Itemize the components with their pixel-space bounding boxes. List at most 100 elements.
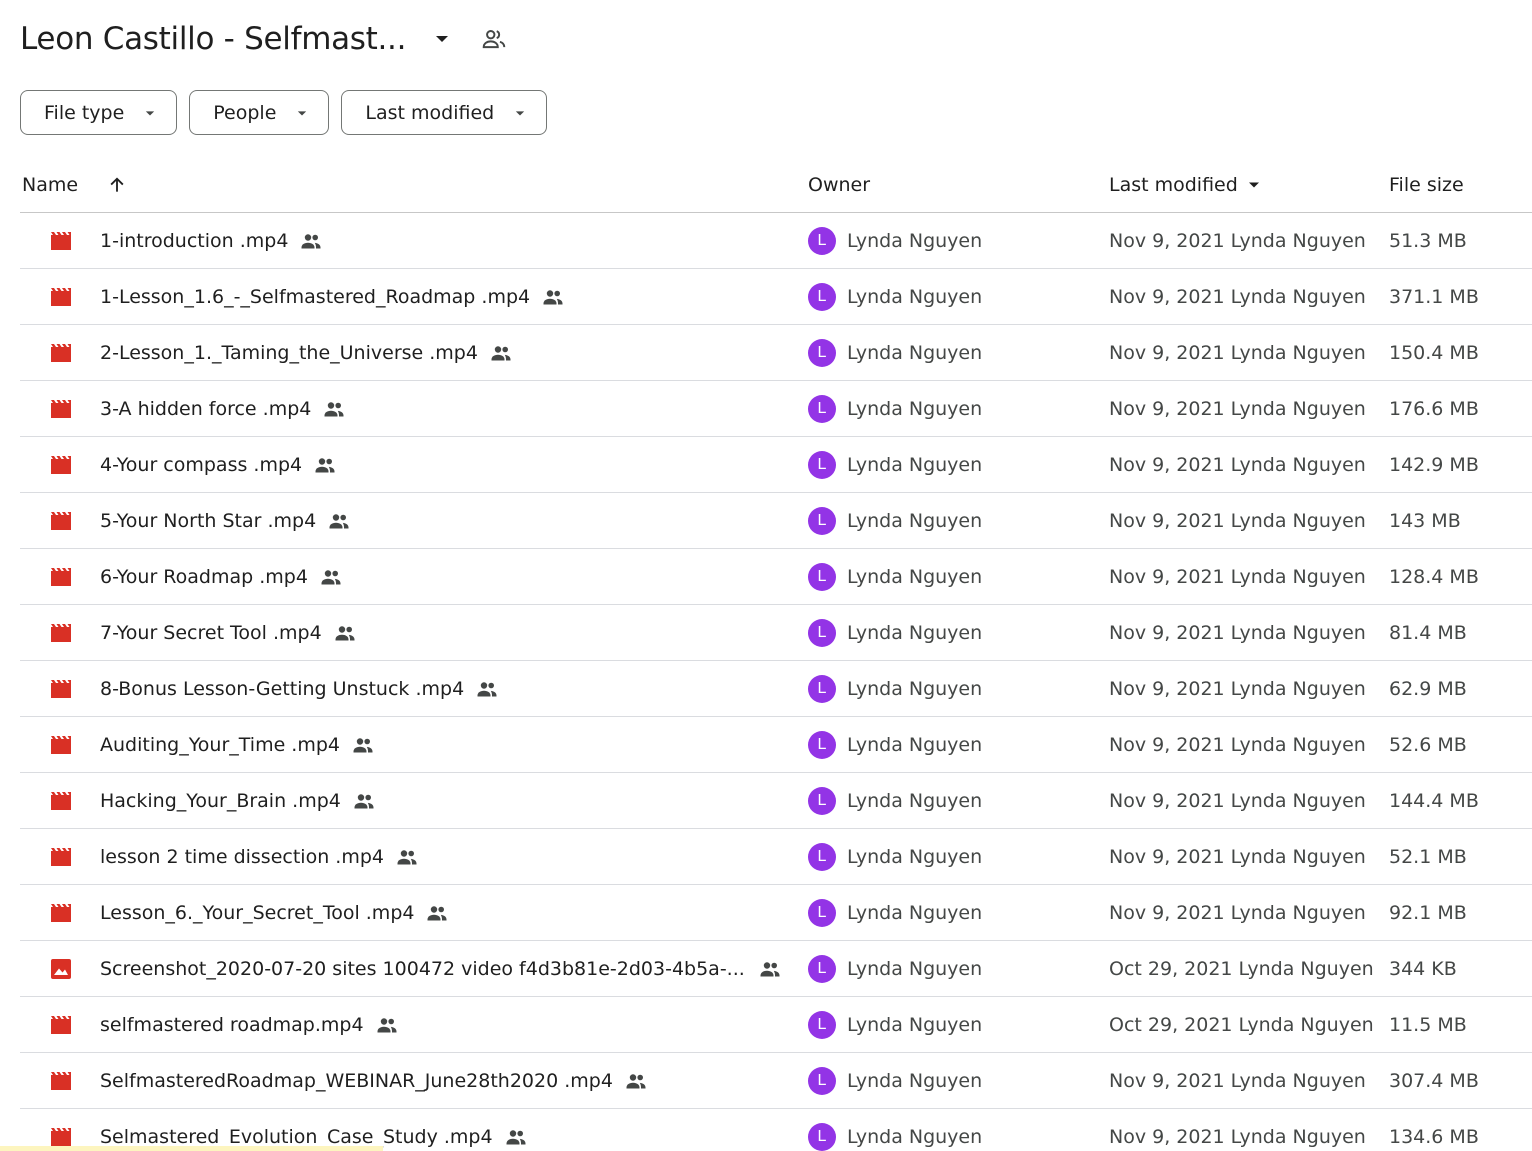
file-name-cell: Lesson_6._Your_Secret_Tool .mp4 <box>100 885 449 940</box>
file-row[interactable]: 5-Your North Star .mp4 L Lynda Nguyen No… <box>20 493 1532 549</box>
owner-avatar[interactable]: L <box>808 618 836 647</box>
owner-avatar[interactable]: L <box>808 1122 836 1151</box>
filter-chips: File type People Last modified <box>20 90 559 135</box>
shared-people-icon <box>395 845 419 869</box>
file-name[interactable]: Selmastered_Evolution_Case_Study .mp4 <box>100 1126 493 1148</box>
last-modified-cell: Oct 29, 2021 Lynda Nguyen <box>1109 1013 1374 1036</box>
file-name[interactable]: 1-introduction .mp4 <box>100 230 288 252</box>
file-name[interactable]: 1-Lesson_1.6_-_Selfmastered_Roadmap .mp4 <box>100 286 530 308</box>
video-file-icon <box>50 773 72 828</box>
file-row[interactable]: selfmastered roadmap.mp4 L Lynda Nguyen … <box>20 997 1532 1053</box>
file-name-cell: Hacking_Your_Brain .mp4 <box>100 773 376 828</box>
file-size-cell: 144.4 MB <box>1389 789 1479 812</box>
owner-avatar[interactable]: L <box>808 674 836 703</box>
video-file-icon <box>50 437 72 492</box>
owner-avatar[interactable]: L <box>808 394 836 423</box>
owner-avatar[interactable]: L <box>808 338 836 367</box>
owner-avatar[interactable]: L <box>808 282 836 311</box>
file-row[interactable]: Selmastered_Evolution_Case_Study .mp4 L … <box>20 1109 1532 1151</box>
file-size-cell: 81.4 MB <box>1389 621 1467 644</box>
file-name[interactable]: 6-Your Roadmap .mp4 <box>100 566 308 588</box>
file-size-cell: 128.4 MB <box>1389 565 1479 588</box>
video-file-icon <box>50 213 72 268</box>
file-name[interactable]: 4-Your compass .mp4 <box>100 454 302 476</box>
file-name[interactable]: Screenshot_2020-07-20 sites 100472 video… <box>100 958 745 980</box>
file-row[interactable]: Auditing_Your_Time .mp4 L Lynda Nguyen N… <box>20 717 1532 773</box>
file-name[interactable]: lesson 2 time dissection .mp4 <box>100 846 384 868</box>
shared-people-icon <box>425 901 449 925</box>
file-row[interactable]: Screenshot_2020-07-20 sites 100472 video… <box>20 941 1532 997</box>
arrow-drop-down-icon[interactable] <box>430 27 454 51</box>
file-name[interactable]: selfmastered roadmap.mp4 <box>100 1014 364 1036</box>
shared-people-icon <box>624 1069 648 1093</box>
owner-name: Lynda Nguyen <box>847 677 983 700</box>
owner-avatar[interactable]: L <box>808 786 836 815</box>
file-row[interactable]: 1-Lesson_1.6_-_Selfmastered_Roadmap .mp4… <box>20 269 1532 325</box>
owner-cell: L Lynda Nguyen <box>808 941 982 996</box>
shared-people-icon <box>758 941 782 996</box>
file-row[interactable]: 8-Bonus Lesson-Getting Unstuck .mp4 L Ly… <box>20 661 1532 717</box>
shared-people-icon <box>375 1013 399 1037</box>
owner-avatar[interactable]: L <box>808 1010 836 1039</box>
file-row[interactable]: 4-Your compass .mp4 L Lynda Nguyen Nov 9… <box>20 437 1532 493</box>
file-row[interactable]: 6-Your Roadmap .mp4 L Lynda Nguyen Nov 9… <box>20 549 1532 605</box>
file-name[interactable]: 8-Bonus Lesson-Getting Unstuck .mp4 <box>100 678 464 700</box>
last-modified-cell: Oct 29, 2021 Lynda Nguyen <box>1109 957 1374 980</box>
last-modified-cell: Nov 9, 2021 Lynda Nguyen <box>1109 677 1366 700</box>
file-row[interactable]: 3-A hidden force .mp4 L Lynda Nguyen Nov… <box>20 381 1532 437</box>
file-type-filter[interactable]: File type <box>20 90 178 135</box>
file-name-cell: selfmastered roadmap.mp4 <box>100 997 399 1052</box>
last-modified-cell: Nov 9, 2021 Lynda Nguyen <box>1109 285 1366 308</box>
owner-avatar[interactable]: L <box>808 506 836 535</box>
sort-ascending-arrow-icon[interactable] <box>104 158 130 212</box>
column-header-name[interactable]: Name <box>22 158 78 212</box>
file-name[interactable]: 2-Lesson_1._Taming_the_Universe .mp4 <box>100 342 478 364</box>
owner-avatar[interactable]: L <box>808 562 836 591</box>
shared-people-icon <box>319 565 343 589</box>
file-name-cell: 5-Your North Star .mp4 <box>100 493 351 548</box>
file-row[interactable]: 7-Your Secret Tool .mp4 L Lynda Nguyen N… <box>20 605 1532 661</box>
column-header-file-size[interactable]: File size <box>1389 158 1464 212</box>
owner-avatar[interactable]: L <box>808 842 836 871</box>
owner-avatar[interactable]: L <box>808 954 836 983</box>
owner-avatar[interactable]: L <box>808 450 836 479</box>
owner-cell: L Lynda Nguyen <box>808 885 982 940</box>
owner-cell: L Lynda Nguyen <box>808 437 982 492</box>
people-filter[interactable]: People <box>189 90 330 135</box>
file-size-cell: 176.6 MB <box>1389 397 1479 420</box>
file-row[interactable]: Hacking_Your_Brain .mp4 L Lynda Nguyen N… <box>20 773 1532 829</box>
file-name[interactable]: SelfmasteredRoadmap_WEBINAR_June28th2020… <box>100 1070 613 1092</box>
file-size-cell: 371.1 MB <box>1389 285 1479 308</box>
owner-name: Lynda Nguyen <box>847 621 983 644</box>
file-name[interactable]: Hacking_Your_Brain .mp4 <box>100 790 341 812</box>
folder-title[interactable]: Leon Castillo - Selfmast... <box>20 21 406 57</box>
file-name[interactable]: 3-A hidden force .mp4 <box>100 398 311 420</box>
owner-avatar[interactable]: L <box>808 226 836 255</box>
last-modified-cell: Nov 9, 2021 Lynda Nguyen <box>1109 901 1366 924</box>
column-header-owner[interactable]: Owner <box>808 158 870 212</box>
column-header-last-modified[interactable]: Last modified <box>1109 158 1264 212</box>
shared-people-icon <box>351 733 375 757</box>
owner-cell: L Lynda Nguyen <box>808 997 982 1052</box>
owner-avatar[interactable]: L <box>808 730 836 759</box>
last-modified-filter[interactable]: Last modified <box>341 90 548 135</box>
file-name-cell: Selmastered_Evolution_Case_Study .mp4 <box>100 1109 528 1151</box>
owner-cell: L Lynda Nguyen <box>808 1053 982 1108</box>
file-row[interactable]: SelfmasteredRoadmap_WEBINAR_June28th2020… <box>20 1053 1532 1109</box>
file-row[interactable]: lesson 2 time dissection .mp4 L Lynda Ng… <box>20 829 1532 885</box>
file-name[interactable]: 5-Your North Star .mp4 <box>100 510 316 532</box>
owner-cell: L Lynda Nguyen <box>808 325 982 380</box>
video-file-icon <box>50 381 72 436</box>
file-row[interactable]: 2-Lesson_1._Taming_the_Universe .mp4 L L… <box>20 325 1532 381</box>
file-name[interactable]: Lesson_6._Your_Secret_Tool .mp4 <box>100 902 414 924</box>
file-row[interactable]: 1-introduction .mp4 L Lynda Nguyen Nov 9… <box>20 213 1532 269</box>
owner-avatar[interactable]: L <box>808 1066 836 1095</box>
file-size-cell: 52.1 MB <box>1389 845 1467 868</box>
owner-avatar[interactable]: L <box>808 898 836 927</box>
file-row[interactable]: Lesson_6._Your_Secret_Tool .mp4 L Lynda … <box>20 885 1532 941</box>
owner-name: Lynda Nguyen <box>847 509 983 532</box>
file-name[interactable]: 7-Your Secret Tool .mp4 <box>100 622 322 644</box>
shared-folder-people-icon[interactable] <box>480 25 508 53</box>
file-name[interactable]: Auditing_Your_Time .mp4 <box>100 734 340 756</box>
shared-people-icon <box>489 341 513 365</box>
